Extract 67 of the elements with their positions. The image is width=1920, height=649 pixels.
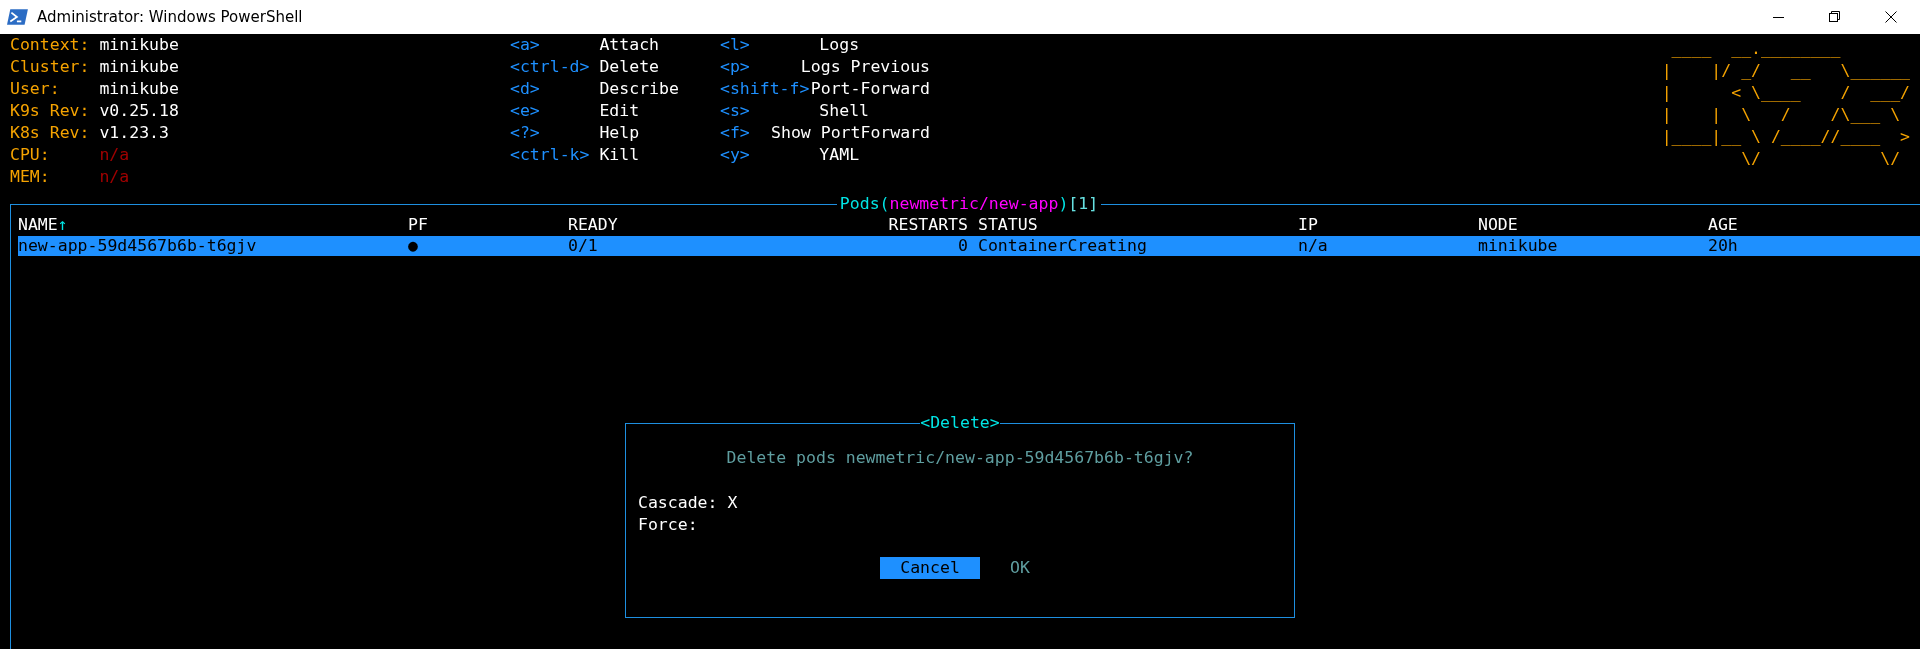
shortcut-key: <?>: [510, 122, 600, 144]
shortcut-action: Attach: [599, 34, 659, 56]
shortcut-action: Shell: [819, 100, 869, 122]
table-cell-text: minikube: [1478, 236, 1559, 256]
powershell-icon: [7, 8, 29, 26]
shortcut-action: Show PortForward: [771, 122, 930, 144]
shortcut-action: Edit: [599, 100, 640, 122]
shortcut-key: <ctrl-d>: [510, 56, 600, 78]
table-cell-text: 0/1: [568, 236, 599, 256]
checkbox-option[interactable]: Cascade: X: [638, 492, 738, 514]
info-value: minikube: [99, 78, 179, 100]
shortcut-action: Delete: [599, 56, 659, 78]
shortcut-key: <s>: [720, 100, 820, 122]
column-header[interactable]: AGE: [1708, 215, 1920, 235]
info-value: v1.23.3: [99, 122, 169, 144]
info-value: minikube: [99, 34, 179, 56]
info-label: CPU:: [10, 144, 51, 166]
shortcut-action: Describe: [599, 78, 679, 100]
info-label: Context:: [10, 34, 91, 56]
ascii-logo: ____ __.________ | |/ _/ __ \______ | < \____ / ___/ | | \ / /\___ \ |____|__ \ /____//____ > \/ \/: [1661, 38, 1910, 170]
shortcut-key: <l>: [720, 34, 820, 56]
table-cell-text: n/a: [1298, 236, 1329, 256]
shortcut-key: <e>: [510, 100, 600, 122]
info-value: minikube: [99, 56, 179, 78]
info-label: User:: [10, 78, 61, 100]
column-header[interactable]: IP: [1298, 215, 1478, 235]
dialog-message: Delete pods newmetric/new-app-59d4567b6b-t6gjv?: [725, 447, 1195, 469]
checkbox-option[interactable]: Force:: [638, 514, 698, 536]
shortcut-key: <a>: [510, 34, 600, 56]
table-cell-text: ●: [408, 236, 419, 256]
info-value: n/a: [99, 144, 130, 166]
column-header[interactable]: PF: [408, 215, 568, 235]
info-label: K8s Rev:: [10, 122, 91, 144]
shortcut-key: <f>: [720, 122, 772, 144]
dialog-button[interactable]: Cancel: [880, 557, 981, 579]
shortcut-action: Logs: [819, 34, 860, 56]
info-label: MEM:: [10, 166, 51, 188]
info-label: K9s Rev:: [10, 100, 91, 122]
shortcut-key: <shift-f>: [720, 78, 811, 100]
shortcut-action: Logs Previous: [800, 56, 930, 78]
column-header[interactable]: READY: [568, 215, 878, 235]
shortcut-key: <y>: [720, 144, 820, 166]
shortcut-action: Port-Forward: [810, 78, 930, 100]
table-cell-text: 20h: [1708, 236, 1739, 256]
table-cell-text: ContainerCreating: [978, 236, 1148, 256]
column-header[interactable]: STATUS: [978, 215, 1298, 235]
table-cell-text: new-app-59d4567b6b-t6gjv: [18, 236, 258, 256]
restore-icon[interactable]: [1829, 11, 1841, 23]
info-label: Cluster:: [10, 56, 91, 78]
shortcut-key: <d>: [510, 78, 600, 100]
info-value: v0.25.18: [99, 100, 179, 122]
column-header[interactable]: NAME↑: [18, 215, 408, 235]
close-icon[interactable]: [1885, 11, 1897, 23]
info-value: n/a: [99, 166, 130, 188]
frame-title: Pods(newmetric/new-app)[1]: [838, 194, 1100, 214]
dialog-button[interactable]: OK: [1010, 557, 1030, 579]
shortcut-action: YAML: [819, 144, 860, 166]
column-header[interactable]: RESTARTS: [878, 215, 978, 235]
shortcut-action: Help: [599, 122, 640, 144]
shortcut-key: <p>: [720, 56, 801, 78]
window-title: Administrator: Windows PowerShell: [37, 8, 304, 26]
shortcut-key: <ctrl-k>: [510, 144, 600, 166]
table-row[interactable]: new-app-59d4567b6b-t6gjv ● 0/1 0 ContainerCreating n/a minikube 20h: [18, 236, 1920, 256]
column-header[interactable]: NODE: [1478, 215, 1708, 235]
dialog-title: <Delete>: [920, 412, 1000, 434]
table-cell-text: 0: [957, 236, 969, 256]
shortcut-action: Kill: [599, 144, 640, 166]
